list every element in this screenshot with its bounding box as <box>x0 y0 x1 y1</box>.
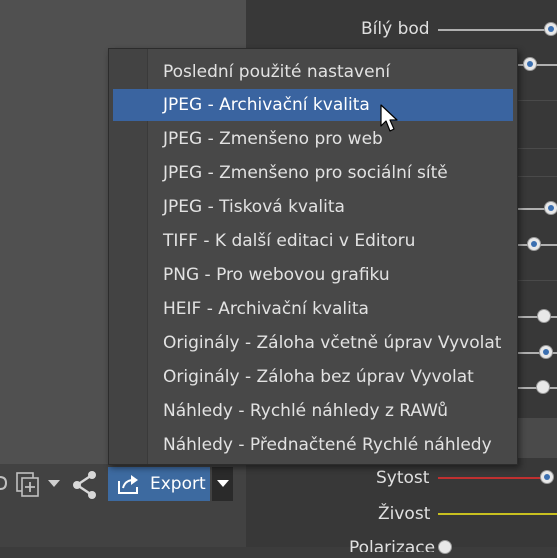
menu-item-jpeg-social[interactable]: JPEG - Zmenšeno pro sociální sítě <box>113 157 513 189</box>
menu-item-jpeg-print[interactable]: JPEG - Tisková kvalita <box>113 191 513 223</box>
mouse-cursor-icon <box>380 104 398 132</box>
slider-thumb-5[interactable] <box>537 309 551 323</box>
slider-thumb-4[interactable] <box>527 237 541 251</box>
menu-item-originals-without-edits[interactable]: Originály - Záloha bez úprav Vyvolat <box>113 361 513 393</box>
chevron-down-icon[interactable] <box>48 480 60 488</box>
menu-item-jpeg-web[interactable]: JPEG - Zmenšeno pro web <box>113 123 513 155</box>
polarization-label: Polarizace <box>349 538 436 558</box>
rotate-icon[interactable] <box>0 473 8 497</box>
divider <box>518 176 557 177</box>
export-menu: Poslední použité nastavení JPEG - Archiv… <box>108 48 518 465</box>
slider-thumb-6[interactable] <box>539 345 553 359</box>
export-icon <box>118 475 138 494</box>
menu-item-heif-archive[interactable]: HEIF - Archivační kvalita <box>113 293 513 325</box>
slider-thumb-7[interactable] <box>536 380 550 394</box>
slider-thumb-2[interactable] <box>523 57 537 71</box>
menu-item-tiff-editor[interactable]: TIFF - K další editaci v Editoru <box>113 225 513 257</box>
slider-thumb-3[interactable] <box>544 201 557 215</box>
copy-icon[interactable] <box>15 471 41 499</box>
divider <box>518 100 557 101</box>
divider <box>518 280 557 281</box>
saturation-track[interactable] <box>438 477 550 479</box>
export-button-label: Export <box>150 474 206 494</box>
menu-item-previews-preloaded[interactable]: Náhledy - Přednačtené Rychlé náhledy <box>113 429 513 461</box>
vibrance-track[interactable] <box>438 513 557 515</box>
vibrance-label: Živost <box>378 504 431 524</box>
white-point-slider[interactable] <box>544 22 557 36</box>
export-dropdown-toggle[interactable] <box>212 467 233 501</box>
polarization-slider[interactable] <box>438 540 452 554</box>
menu-item-originals-with-edits[interactable]: Originály - Záloha včetně úprav Vyvolat <box>113 327 513 359</box>
saturation-slider[interactable] <box>540 470 554 484</box>
white-point-label: Bílý bod <box>361 19 430 39</box>
chevron-down-icon <box>216 480 229 487</box>
menu-item-png-web[interactable]: PNG - Pro webovou grafiku <box>113 259 513 291</box>
section-header <box>518 418 557 458</box>
share-icon[interactable] <box>71 470 99 500</box>
saturation-label: Sytost <box>376 468 430 488</box>
menu-item-previews-from-raw[interactable]: Náhledy - Rychlé náhledy z RAWů <box>113 395 513 427</box>
divider <box>518 148 557 149</box>
menu-item-last-used[interactable]: Poslední použité nastavení <box>113 56 513 88</box>
white-point-track[interactable] <box>438 29 550 31</box>
export-button[interactable]: Export <box>108 467 210 501</box>
menu-item-jpeg-archive[interactable]: JPEG - Archivační kvalita <box>113 89 513 121</box>
